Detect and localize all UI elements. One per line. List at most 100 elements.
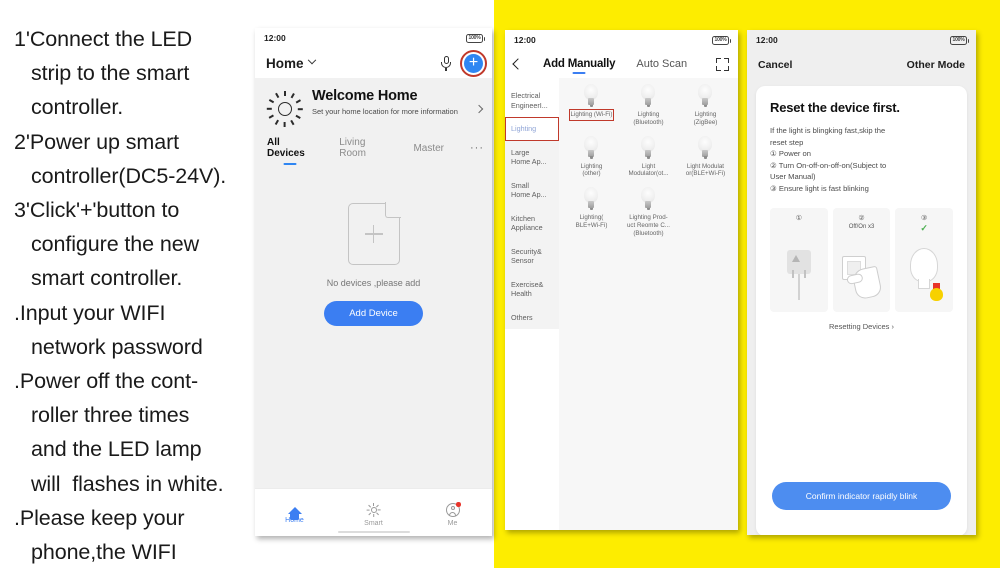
status-bar: 12:00 100% (747, 30, 976, 50)
bulb-icon (583, 135, 600, 160)
instruction-line: phone,the WIFI (31, 540, 177, 565)
category-item[interactable]: Kitchen Appliance (505, 206, 559, 240)
tab-master[interactable]: Master (413, 143, 444, 154)
plus-icon[interactable]: + (460, 49, 487, 77)
reset-sheet-card: Reset the device first. If the light is … (756, 86, 967, 535)
bulb-icon (640, 135, 657, 160)
back-chevron-icon[interactable] (512, 58, 524, 70)
instruction-line: smart controller. (31, 266, 183, 291)
bulb-icon (697, 84, 714, 108)
device-type-label: Lighting (other) (580, 162, 603, 178)
home-selector-label[interactable]: Home (266, 56, 304, 71)
check-icon: ✓ (920, 222, 928, 233)
sun-ray (284, 91, 286, 96)
device-type-label: Lighting (Bluetooth) (633, 111, 664, 126)
bottom-navigation: Home Smart Me (255, 488, 492, 536)
cancel-button[interactable]: Cancel (758, 59, 792, 71)
reset-steps: ① ② Off/On x3 ③ ✓ (770, 207, 954, 312)
device-type-label: Light Modulat or(BLE+Wi-Fi) (685, 162, 726, 178)
category-item[interactable]: Large Home Ap... (505, 140, 559, 174)
reset-description: If the light is blingking fast,skip the … (770, 126, 887, 193)
other-mode-button[interactable]: Other Mode (907, 59, 965, 71)
status-time: 12:00 (756, 35, 778, 45)
category-item[interactable]: Electrical EngineerI... (505, 84, 559, 117)
tab-auto-scan[interactable]: Auto Scan (636, 58, 687, 70)
resetting-devices-link[interactable]: Resetting Devices › (770, 322, 953, 331)
welcome-text: Welcome Home Set your home location for … (312, 88, 476, 117)
sun-ray (284, 122, 286, 127)
welcome-title: Welcome Home (312, 88, 418, 104)
instruction-text-block: 1'Connect the LED strip to the smart contr… (0, 22, 252, 568)
device-type-item[interactable]: Lighting Prod- uct Reomte C... (Bluetoot… (620, 187, 677, 237)
home-indicator-bar (337, 530, 410, 533)
battery-icon: 100% (712, 35, 731, 45)
status-bar: 12:00 100% (505, 30, 738, 50)
device-type-item[interactable]: Lighting (Wi-Fi) (563, 84, 620, 127)
add-device-topbar: Add Manually Auto Scan (505, 50, 738, 78)
sun-ray (295, 99, 301, 104)
reset-step-2: ② Off/On x3 (832, 207, 891, 312)
device-type-item[interactable]: Lighting( BLE+Wi-Fi) (563, 187, 620, 237)
bottom-nav-me[interactable]: Me (413, 502, 492, 527)
device-type-label: Lighting (Wi-Fi) (568, 108, 615, 122)
add-device-button[interactable]: Add Device (324, 301, 423, 326)
bulb-icon (583, 187, 600, 211)
reset-step-3: ③ ✓ (895, 207, 954, 312)
device-type-label: Lighting( BLE+Wi-Fi) (575, 214, 608, 229)
device-type-item[interactable]: Lighting (Bluetooth) (620, 84, 677, 127)
phone-screen-add-manually: 12:00 100% Add Manually Auto Scan Electr… (505, 30, 738, 530)
step-number: ① (795, 214, 802, 222)
phone-screen-reset-device: 12:00 100% Cancel Other Mode Reset the d… (747, 30, 976, 535)
category-item[interactable]: Lighting (505, 117, 559, 141)
home-nav-row: Home + (255, 48, 492, 78)
device-type-item[interactable]: Light Modulator(ot... (620, 135, 677, 179)
category-item[interactable]: Exercise& Health (505, 272, 559, 306)
device-type-item[interactable]: Light Modulat or(BLE+Wi-Fi) (677, 135, 734, 179)
device-grid: Lighting (Wi-Fi) Lighting (Bluetooth) Ligh… (563, 84, 734, 247)
status-bar: 12:00 100% (255, 28, 492, 48)
device-type-label: Lighting (ZigBee) (693, 111, 718, 126)
tab-add-manually[interactable]: Add Manually (543, 58, 616, 70)
category-item[interactable]: Security& Sensor (505, 239, 559, 273)
instruction-line: roller three times (31, 403, 190, 428)
step-number: ③ (921, 214, 928, 222)
empty-state: No devices ,please add Add Device (255, 202, 492, 326)
device-grid-panel: Lighting (Wi-Fi) Lighting (Bluetooth) Ligh… (559, 78, 738, 530)
plug-icon (779, 246, 819, 304)
device-type-label: Light Modulator(ot... (628, 162, 669, 178)
welcome-subtitle: Set your home location for more informat… (312, 107, 458, 116)
empty-message: No devices ,please add (326, 278, 421, 288)
step-number: ② (858, 214, 865, 222)
reset-title: Reset the device first. (770, 100, 900, 115)
status-time: 12:00 (514, 35, 536, 45)
tab-living-room[interactable]: Living Room (339, 137, 387, 159)
sun-ray (275, 93, 280, 99)
category-item[interactable]: Small Home Ap... (505, 173, 559, 207)
instruction-line: 2'Power up smart (14, 129, 180, 154)
device-type-item[interactable]: Lighting (other) (563, 135, 620, 179)
welcome-card[interactable]: Welcome Home Set your home location for … (255, 78, 492, 127)
instruction-line: network password (31, 334, 203, 359)
notification-badge (456, 502, 461, 507)
device-type-item[interactable]: Lighting (ZigBee) (677, 84, 734, 127)
home-body: Welcome Home Set your home location for … (255, 78, 492, 506)
tab-all-devices[interactable]: All Devices (267, 137, 313, 159)
bottom-nav-smart[interactable]: Smart (334, 503, 413, 527)
microphone-icon[interactable] (440, 55, 452, 71)
bulb-icon (583, 84, 600, 108)
chevron-right-icon[interactable] (474, 104, 484, 114)
instruction-line: .Please keep your (14, 505, 185, 530)
instruction-line: 3'Click'+'button to (14, 198, 180, 223)
phone-screen-home: 12:00 100% Home + Welcome Home Set your … (255, 28, 492, 536)
bottom-nav-home[interactable]: Home (255, 506, 334, 524)
instruction-line: 1'Connect the LED (14, 27, 193, 51)
smart-sun-icon (366, 503, 381, 517)
more-tabs-icon[interactable]: ··· (470, 142, 484, 154)
category-item[interactable]: Others (505, 305, 559, 329)
confirm-blink-button[interactable]: Confirm indicator rapidly blink (772, 482, 951, 510)
scan-frame-icon[interactable] (716, 57, 729, 71)
chevron-down-icon[interactable] (307, 55, 316, 65)
bulb-icon (640, 84, 657, 108)
bottom-nav-label: Smart (364, 520, 383, 527)
document-plus-icon (347, 202, 401, 265)
